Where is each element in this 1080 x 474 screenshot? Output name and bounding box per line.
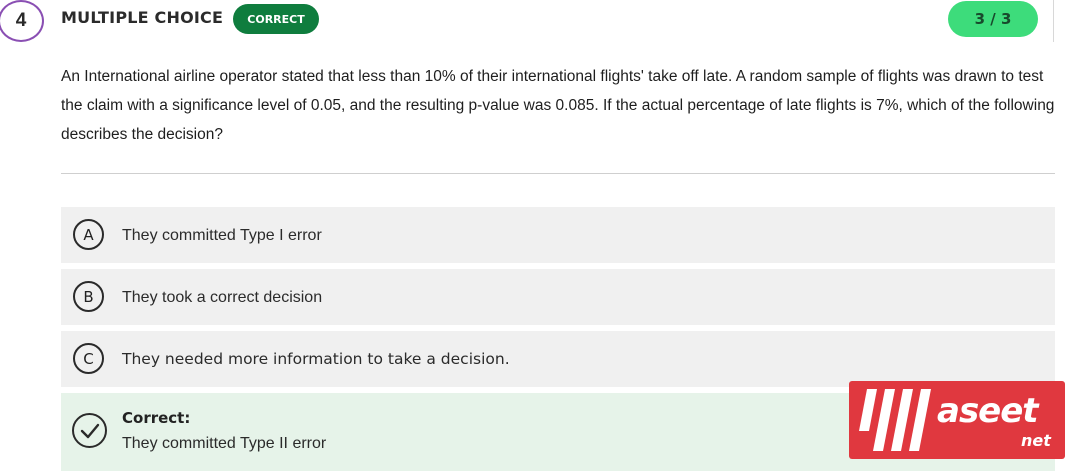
question-text: An International airline operator stated… (61, 68, 1055, 143)
watermark-sub: net (1021, 431, 1051, 450)
option-letter-c: C (73, 343, 104, 374)
option-letter-a: A (73, 219, 104, 250)
question-divider (61, 173, 1055, 174)
watermark-logo: aseet net (849, 381, 1065, 459)
question-type-label: MULTIPLE CHOICE (61, 8, 224, 27)
option-c[interactable]: C They needed more information to take a… (61, 331, 1055, 387)
watermark-word: aseet (937, 391, 1039, 431)
watermark-stripes-icon (859, 389, 931, 451)
check-circle-icon (72, 413, 107, 448)
option-b[interactable]: B They took a correct decision (61, 269, 1055, 325)
option-text-c: They needed more information to take a d… (122, 350, 510, 368)
status-badge: CORRECT (233, 4, 319, 34)
option-a[interactable]: A They committed Type I error (61, 207, 1055, 263)
option-letter-b: B (73, 281, 104, 312)
option-text-a: They committed Type I error (122, 227, 322, 244)
header-divider (1053, 0, 1054, 42)
correct-answer-text: They committed Type II error (122, 435, 327, 452)
question-number: 4 (0, 0, 44, 42)
option-text-b: They took a correct decision (122, 289, 323, 306)
score-pill: 3 / 3 (948, 1, 1038, 37)
correct-label: Correct: (122, 409, 191, 427)
